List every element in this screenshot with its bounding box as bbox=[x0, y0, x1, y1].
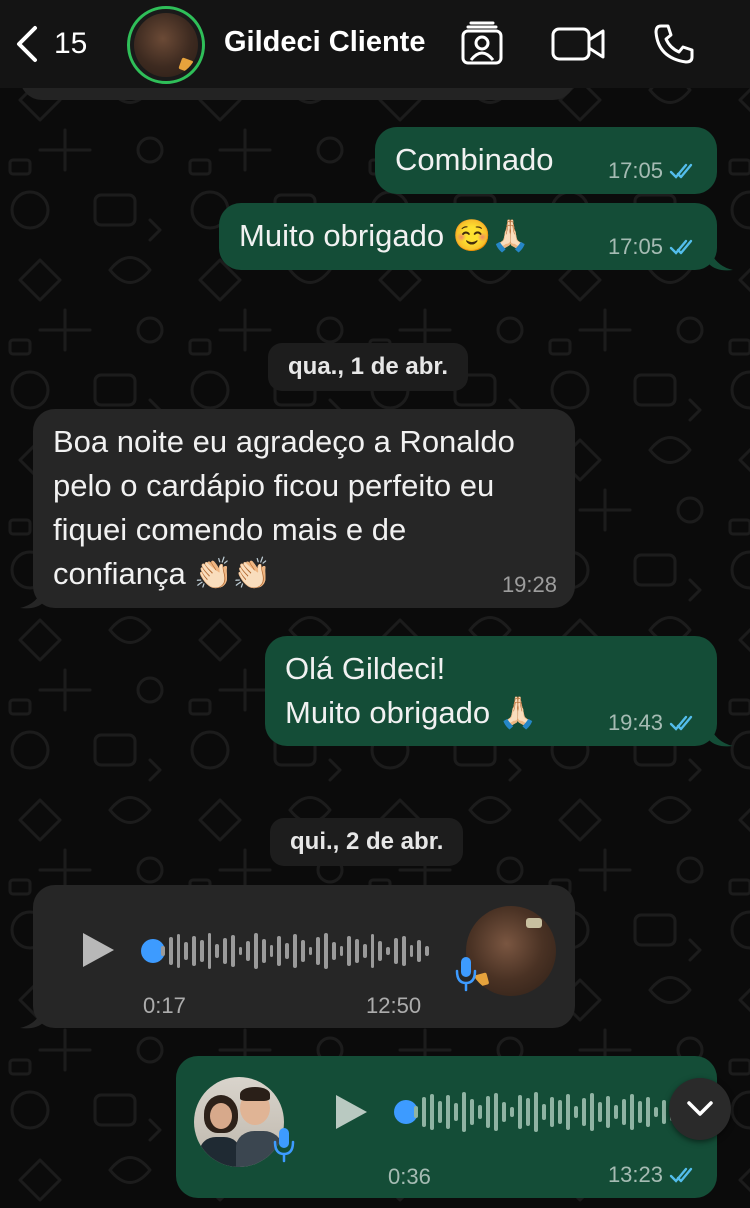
microphone-icon bbox=[455, 957, 477, 992]
message-text: Olá Gildeci! Muito obrigado 🙏🏻 bbox=[285, 651, 538, 730]
message-text: Muito obrigado ☺️🙏🏻 bbox=[239, 218, 530, 253]
voice-waveform[interactable] bbox=[414, 1089, 674, 1135]
contact-name[interactable]: Gildeci Cliente bbox=[224, 26, 425, 59]
avatar-image bbox=[134, 13, 198, 77]
play-icon[interactable] bbox=[78, 930, 118, 970]
message-bubble-outgoing[interactable]: Combinado 17:05 bbox=[375, 127, 717, 194]
voice-duration: 0:36 bbox=[388, 1164, 431, 1189]
voice-call-button[interactable] bbox=[646, 18, 702, 70]
contact-card-icon bbox=[461, 21, 503, 65]
message-meta: 19:28 bbox=[502, 572, 557, 598]
message-time: 13:23 bbox=[607, 1162, 663, 1187]
message-text: Boa noite eu agradeço a Ronaldo pelo o c… bbox=[53, 424, 515, 591]
voice-waveform[interactable] bbox=[161, 928, 429, 974]
scroll-to-bottom-button[interactable] bbox=[669, 1078, 731, 1140]
message-bubble-outgoing[interactable]: Olá Gildeci! Muito obrigado 🙏🏻 19:43 bbox=[265, 636, 717, 746]
chevron-left-icon bbox=[17, 26, 37, 62]
date-separator: qua., 1 de abr. bbox=[268, 343, 469, 391]
contact-card-button[interactable] bbox=[454, 18, 510, 70]
microphone-icon bbox=[273, 1128, 295, 1163]
read-receipt-icon bbox=[669, 715, 693, 731]
unread-count: 15 bbox=[54, 27, 88, 60]
message-time: 19:43 bbox=[607, 710, 663, 735]
message-bubble-outgoing[interactable]: Muito obrigado ☺️🙏🏻 17:05 bbox=[219, 203, 717, 270]
message-meta: 19:43 bbox=[608, 710, 699, 736]
chat-header: 15 Gildeci Cliente bbox=[0, 0, 750, 88]
message-time: 17:05 bbox=[607, 234, 663, 259]
play-icon[interactable] bbox=[331, 1092, 371, 1132]
chevron-down-icon bbox=[687, 1101, 713, 1116]
read-receipt-icon bbox=[669, 1167, 693, 1183]
message-time: 12:50 bbox=[366, 993, 422, 1018]
video-call-icon bbox=[551, 27, 605, 61]
read-receipt-icon bbox=[669, 163, 693, 179]
voice-duration: 0:17 bbox=[143, 993, 186, 1018]
read-receipt-icon bbox=[669, 239, 693, 255]
back-button[interactable]: 15 bbox=[14, 24, 104, 64]
sender-avatar bbox=[466, 906, 556, 996]
message-meta: 17:05 bbox=[608, 158, 699, 184]
message-text: Combinado bbox=[395, 142, 554, 177]
voice-message-outgoing[interactable]: 0:36 13:23 bbox=[176, 1056, 717, 1198]
phone-call-icon bbox=[654, 24, 694, 64]
message-meta: 17:05 bbox=[608, 234, 699, 260]
video-call-button[interactable] bbox=[550, 18, 606, 70]
contact-avatar[interactable] bbox=[127, 6, 205, 84]
date-separator: qui., 2 de abr. bbox=[270, 818, 464, 866]
message-meta: 13:23 bbox=[608, 1162, 699, 1188]
voice-message-incoming[interactable]: 0:17 12:50 bbox=[33, 885, 575, 1028]
sender-avatar bbox=[194, 1077, 284, 1167]
message-time: 19:28 bbox=[501, 572, 557, 597]
message-time: 17:05 bbox=[607, 158, 663, 183]
message-bubble-incoming[interactable]: Boa noite eu agradeço a Ronaldo pelo o c… bbox=[33, 409, 575, 608]
